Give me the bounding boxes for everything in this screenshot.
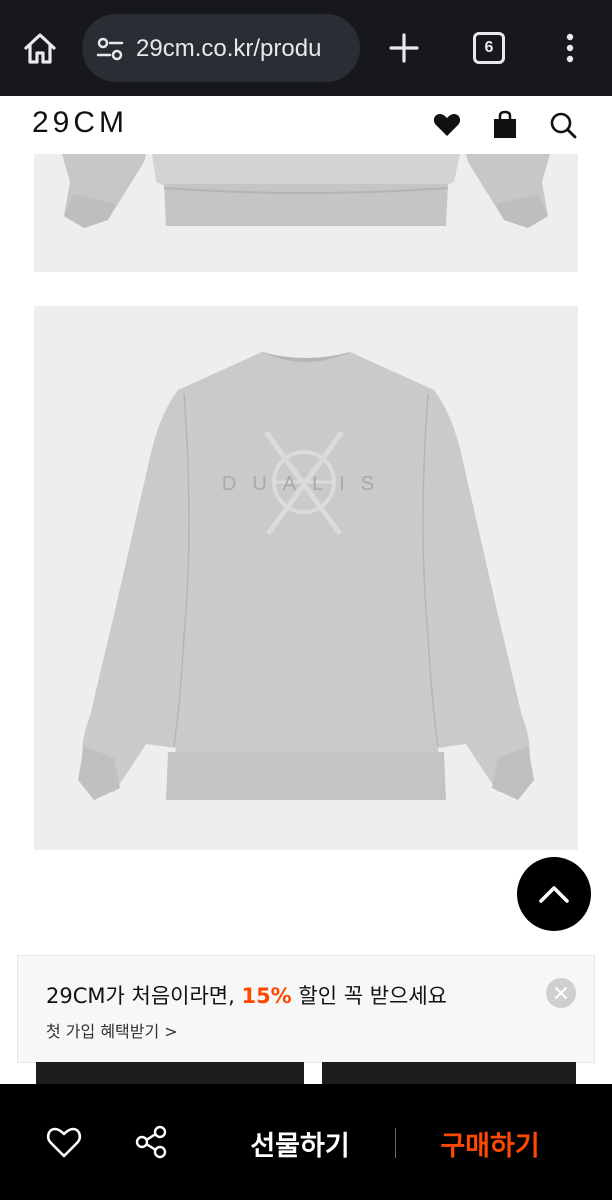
related-product-thumbnail[interactable]	[322, 1062, 576, 1086]
signup-benefit-link[interactable]: 첫 가입 혜택받기 >	[46, 1018, 178, 1042]
promo-discount: 15%	[241, 984, 292, 1008]
related-product-thumbnail[interactable]	[36, 1062, 304, 1086]
buy-button[interactable]: 구매하기	[420, 1124, 560, 1163]
site-header: 29CM	[0, 96, 612, 154]
product-image-back: DUALIS	[34, 306, 578, 850]
promo-headline: 29CM가 처음이라면, 15% 할인 꼭 받으세요	[46, 980, 447, 1010]
svg-text:DUALIS: DUALIS	[222, 473, 390, 495]
product-image-front	[34, 154, 578, 272]
bottom-action-bar: 선물하기 구매하기	[0, 1084, 612, 1200]
chevron-up-icon	[539, 886, 569, 903]
divider	[395, 1128, 396, 1158]
search-icon[interactable]	[548, 110, 578, 140]
site-settings-icon[interactable]	[96, 36, 124, 62]
site-logo[interactable]: 29CM	[32, 106, 128, 140]
close-icon[interactable]	[546, 978, 576, 1008]
wishlist-heart-icon[interactable]	[44, 1122, 84, 1162]
new-tab-icon[interactable]	[384, 28, 424, 68]
share-icon[interactable]	[132, 1122, 172, 1162]
tab-switcher-button[interactable]: 6	[473, 32, 505, 64]
signup-promo-banner[interactable]: 29CM가 처음이라면, 15% 할인 꼭 받으세요 첫 가입 혜택받기 >	[17, 955, 595, 1063]
scroll-to-top-button[interactable]	[517, 857, 591, 931]
shopping-bag-icon[interactable]	[490, 110, 520, 140]
browser-toolbar: 29cm.co.kr/produ 6	[0, 0, 612, 96]
home-icon[interactable]	[20, 28, 60, 68]
address-bar[interactable]: 29cm.co.kr/produ	[82, 14, 360, 82]
gift-button[interactable]: 선물하기	[230, 1124, 370, 1163]
heart-icon[interactable]	[432, 110, 462, 140]
promo-headline-start: 29CM가 처음이라면,	[46, 984, 242, 1008]
promo-headline-end: 할인 꼭 받으세요	[291, 984, 447, 1008]
more-menu-icon[interactable]	[552, 28, 588, 68]
url-text[interactable]: 29cm.co.kr/produ	[136, 34, 348, 64]
